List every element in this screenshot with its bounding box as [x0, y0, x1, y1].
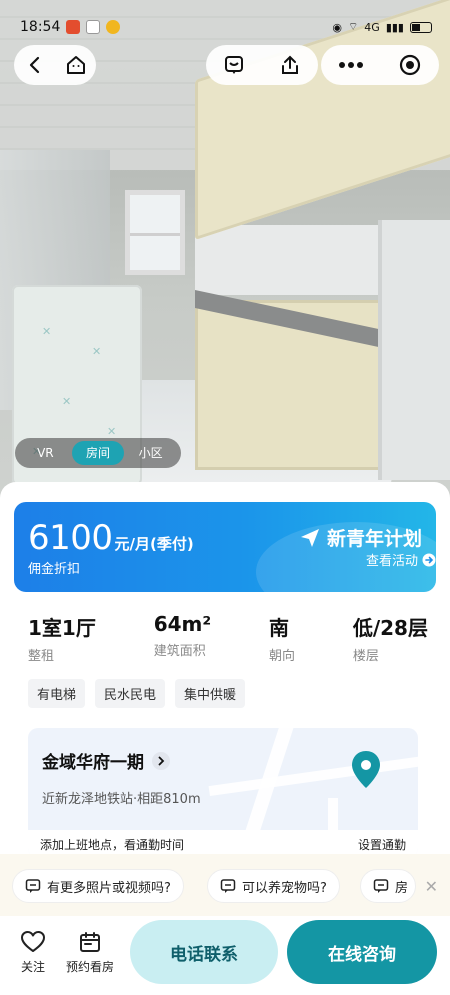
signal-icon: ▮▮▮	[385, 20, 404, 34]
arrow-circle-icon	[422, 553, 436, 566]
location-card[interactable]: 金域华府一期 近新龙泽地铁站·相距810m 添加上班地点，看通勤时间 设置通勤	[28, 728, 418, 858]
question-chip-more-photos[interactable]: 有更多照片或视频吗?	[12, 869, 184, 903]
chat-bubble-icon	[373, 879, 389, 893]
view-activity-label: 查看活动	[365, 554, 418, 569]
question-chip-pets[interactable]: 可以养宠物吗?	[207, 869, 340, 903]
promo-title-text: 新青年计划	[326, 528, 422, 550]
question-label: 有更多照片或视频吗?	[47, 880, 171, 896]
status-bar: 18:54 ◉ ⌔ 4G ▮▮▮	[0, 0, 450, 42]
chat-bubble-icon	[220, 879, 236, 893]
tab-rooms[interactable]: 房间	[71, 441, 125, 465]
map-road	[208, 749, 418, 797]
commission-note: 佣金折扣	[28, 562, 81, 577]
question-chip-partial[interactable]: 房	[360, 869, 416, 903]
price-card: 6100 元/月(季付) 佣金折扣 新青年计划	[14, 502, 436, 592]
fact-value: 1室1厅	[28, 616, 96, 640]
fact-orientation: 南 朝向	[269, 612, 295, 664]
follow-button[interactable]: 关注	[20, 930, 46, 975]
eye-icon: ◉	[332, 20, 342, 34]
call-button[interactable]: 电话联系	[130, 920, 278, 984]
metro-distance: 近新龙泽地铁站·相距810m	[42, 792, 201, 807]
photo-window	[125, 190, 185, 275]
map-pin-icon	[350, 750, 382, 794]
fact-layout: 1室1厅 整租	[28, 612, 96, 664]
follow-label: 关注	[20, 960, 45, 974]
fact-value: 低/28层	[352, 616, 428, 640]
feature-tags: 有电梯 民水民电 集中供暖	[28, 679, 246, 708]
app-notification-icon	[86, 20, 101, 34]
commute-action[interactable]: 设置通勤	[358, 836, 406, 853]
home-icon[interactable]	[62, 51, 90, 79]
more-dots-icon[interactable]	[337, 51, 365, 79]
paper-plane-icon	[300, 528, 319, 547]
question-label: 房	[395, 880, 409, 896]
network-label: 4G	[364, 20, 380, 34]
view-activity-link[interactable]: 查看活动	[366, 550, 436, 569]
online-chat-button[interactable]: 在线咨询	[287, 920, 437, 984]
fact-label: 朝向	[268, 649, 295, 664]
photo-backsplash	[195, 225, 385, 295]
community-name[interactable]: 金域华府一期	[42, 748, 170, 773]
tag-elevator: 有电梯	[28, 679, 86, 708]
calendar-icon	[80, 932, 100, 952]
fact-label: 整租	[28, 649, 55, 664]
status-time: 18:54	[20, 19, 61, 35]
appointment-button[interactable]: 预约看房	[66, 930, 114, 975]
key-facts: 1室1厅 整租 64m² 建筑面积 南 朝向 低/28层 楼层	[28, 612, 428, 664]
battery-icon	[410, 21, 432, 33]
appointment-label: 预约看房	[66, 960, 115, 974]
heart-icon	[21, 931, 45, 952]
chat-bubble-icon	[25, 879, 41, 893]
rent-unit: 元/月(季付)	[114, 535, 194, 553]
app-notification-icon	[66, 20, 81, 34]
fact-label: 建筑面积	[153, 644, 206, 659]
nav-left-group	[14, 45, 96, 85]
rent-price: 6100	[28, 518, 113, 558]
tab-vr[interactable]: VR	[19, 441, 72, 465]
record-icon[interactable]	[396, 51, 424, 79]
fact-value: 64m²	[153, 612, 212, 636]
tag-heating: 集中供暖	[175, 679, 246, 708]
commute-prompt: 添加上班地点，看通勤时间	[40, 837, 185, 852]
price-row: 6100 元/月(季付)	[28, 518, 194, 558]
nav-right-group	[321, 45, 439, 85]
nav-mid-group	[206, 45, 318, 85]
chevron-right-icon	[152, 751, 170, 770]
app-notification-icon	[106, 20, 121, 34]
message-icon[interactable]	[220, 51, 248, 79]
back-icon[interactable]	[21, 51, 49, 79]
fact-label: 楼层	[352, 649, 379, 664]
promo-title[interactable]: 新青年计划	[299, 524, 422, 551]
tab-community[interactable]: 小区	[124, 441, 177, 465]
share-icon[interactable]	[276, 51, 304, 79]
fact-area: 64m² 建筑面积	[154, 612, 211, 664]
photo-fridge	[378, 220, 450, 480]
media-type-toggle: VR 房间 小区	[15, 438, 181, 468]
close-icon[interactable]: ✕	[425, 877, 438, 896]
fact-floor: 低/28层 楼层	[353, 612, 428, 664]
fact-value: 南	[268, 616, 289, 640]
question-label: 可以养宠物吗?	[242, 880, 327, 896]
wifi-icon: ⌔	[347, 20, 359, 33]
tag-utilities: 民水民电	[95, 679, 166, 708]
community-name-text: 金域华府一期	[42, 753, 144, 773]
